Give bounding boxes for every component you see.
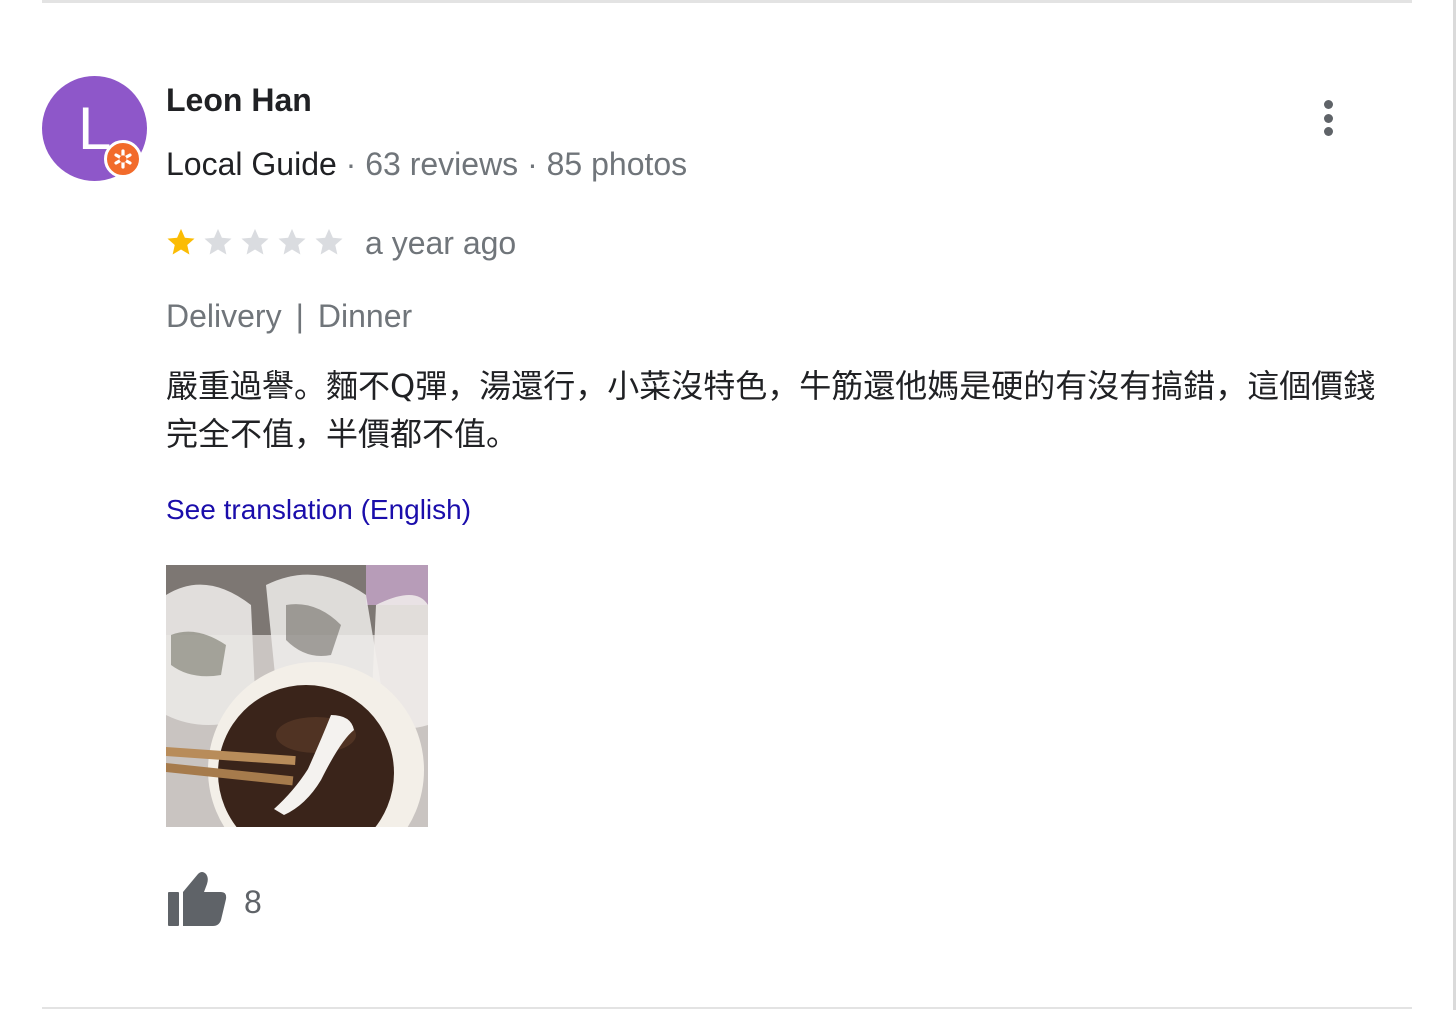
star-empty-icon: [315, 228, 343, 255]
bottom-divider: [42, 1007, 1412, 1009]
more-options-button[interactable]: [1312, 96, 1344, 140]
like-button[interactable]: [166, 870, 228, 928]
reviews-count: 63 reviews: [365, 146, 519, 182]
thumb-up-icon: [168, 872, 227, 926]
star-filled-icon: [167, 228, 195, 255]
like-count: 8: [244, 884, 262, 920]
tag-delivery: Delivery: [166, 298, 282, 334]
review-time: a year ago: [365, 225, 517, 261]
review-photo[interactable]: [166, 565, 428, 827]
meta-separator: ·: [345, 146, 366, 182]
more-vert-icon: [1323, 127, 1333, 136]
meta-separator: ·: [527, 146, 547, 182]
tag-separator: |: [295, 298, 304, 334]
more-vert-icon: [1323, 100, 1333, 109]
star-empty-icon: [278, 228, 306, 255]
review-text: 嚴重過譽。麵不Q彈，湯還行，小菜沒特色，牛筋還他媽是硬的有沒有搞錯，這個價錢完全…: [166, 367, 1376, 453]
star-empty-icon: [204, 228, 232, 255]
star-empty-icon: [241, 228, 269, 255]
photos-count: 85 photos: [546, 146, 688, 182]
star-rating: [166, 224, 351, 260]
local-guide-badge-icon: [104, 140, 142, 178]
top-divider: [42, 0, 1412, 3]
tag-dinner: Dinner: [317, 298, 413, 334]
review-tags: Delivery | Dinner: [166, 298, 412, 335]
local-guide-label: Local Guide: [166, 146, 337, 182]
review-card: L Leon Han Local Guide · 63 reviews · 85…: [0, 0, 1456, 1010]
reviewer-name[interactable]: Leon Han: [166, 82, 312, 119]
more-vert-icon: [1323, 113, 1333, 123]
reviewer-meta: Local Guide · 63 reviews · 85 photos: [166, 146, 687, 183]
food-photo-image: [166, 565, 428, 827]
see-translation-link[interactable]: See translation (English): [166, 494, 471, 526]
